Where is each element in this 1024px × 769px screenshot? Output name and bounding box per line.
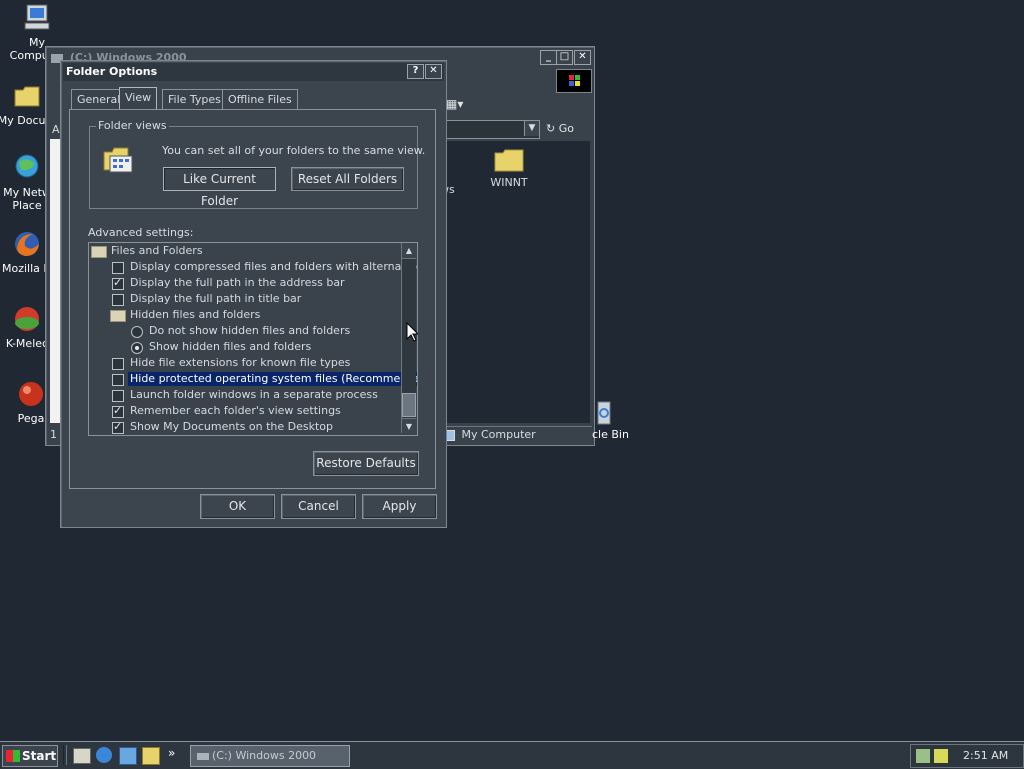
go-arrow-icon: ↻ — [546, 122, 556, 135]
clock[interactable]: 2:51 AM — [963, 749, 1008, 762]
list-item-label: Files and Folders — [111, 244, 203, 257]
list-item-label-selected: Hide protected operating system files (R… — [128, 372, 417, 386]
list-item-label: Do not show hidden files and folders — [149, 324, 351, 337]
documents-folder-icon — [11, 80, 43, 112]
dialog-close-button[interactable]: ✕ — [425, 64, 442, 79]
scroll-thumb[interactable] — [402, 393, 416, 417]
volume-tray-icon[interactable] — [933, 748, 949, 764]
list-item-label: Display the full path in title bar — [130, 292, 302, 305]
windows-logo-icon — [556, 69, 592, 93]
list-item-label: Show hidden files and folders — [149, 340, 312, 353]
computer-icon — [21, 2, 53, 34]
quick-launch-chevron[interactable]: » — [168, 746, 175, 760]
checkbox[interactable] — [112, 403, 124, 419]
task-button-windows-2000[interactable]: (C:) Windows 2000 — [190, 745, 350, 767]
list-item-label: Show My Documents on the Desktop — [130, 420, 334, 433]
list-item-label: Remember each folder's view settings — [130, 404, 341, 417]
like-current-folder-button[interactable]: Like Current Folder — [163, 167, 276, 208]
desktop-icon-label: K-Melec — [5, 337, 49, 350]
desktop-icon-label: cle Bin — [592, 428, 629, 441]
desktop-icon-recycle-bin[interactable]: cle Bin — [592, 398, 632, 441]
explorer-quick-icon[interactable] — [142, 747, 160, 765]
scroll-down-arrow-icon[interactable]: ▼ — [402, 418, 416, 434]
checkbox[interactable] — [112, 294, 124, 306]
checkbox[interactable] — [112, 390, 124, 402]
list-item-label: Hidden files and folders — [130, 308, 261, 321]
advanced-settings-label: Advanced settings: — [88, 226, 194, 239]
folder-views-icon — [102, 144, 136, 176]
folder-label: WINNT — [490, 176, 528, 189]
quick-launch-divider — [63, 745, 67, 765]
dialog-titlebar[interactable]: Folder Options — [63, 63, 444, 81]
dialog-title: Folder Options — [66, 65, 158, 78]
mouse-cursor-icon — [406, 321, 420, 345]
ok-button[interactable]: OK — [200, 494, 275, 519]
folder-icon — [110, 310, 126, 322]
reset-all-folders-button[interactable]: Reset All Folders — [291, 167, 404, 191]
tab-file-types[interactable]: File Types — [162, 89, 227, 110]
cancel-button[interactable]: Cancel — [281, 494, 356, 519]
radio-button[interactable] — [131, 326, 143, 338]
scroll-up-arrow-icon[interactable]: ▲ — [402, 243, 416, 259]
list-item-label: Hide file extensions for known file type… — [130, 356, 351, 369]
checkbox[interactable] — [112, 358, 124, 370]
internet-explorer-icon[interactable] — [96, 747, 112, 763]
checkbox[interactable] — [112, 419, 124, 435]
desktop-icon-label: Pega — [17, 412, 45, 425]
go-button[interactable]: ↻ Go — [546, 120, 588, 138]
status-location-label: My Computer — [461, 428, 536, 441]
windows-flag-icon — [6, 750, 20, 762]
folder-winnt[interactable]: WINNT — [484, 147, 534, 189]
system-tray: 2:51 AM — [910, 744, 1024, 768]
folder-views-legend: Folder views — [96, 119, 169, 132]
tab-view[interactable]: View — [119, 87, 158, 111]
go-label: Go — [558, 122, 574, 135]
folder-icon — [493, 147, 525, 173]
list-item-label: Display compressed files and folders wit… — [130, 260, 418, 273]
address-dropdown-button[interactable]: ▼ — [524, 121, 539, 136]
list-item-label: Display the full path in the address bar — [130, 276, 345, 289]
advanced-settings-list[interactable]: Files and Folders Display compressed fil… — [88, 242, 418, 436]
network-globe-icon — [11, 152, 43, 184]
start-label: Start — [22, 749, 57, 763]
firefox-icon — [11, 228, 43, 260]
show-desktop-icon[interactable] — [73, 748, 91, 764]
k-meleon-icon — [11, 303, 43, 335]
status-bar-location: My Computer — [442, 426, 592, 443]
maximize-button[interactable]: □ — [556, 50, 573, 65]
radio-button[interactable] — [131, 342, 143, 354]
help-button[interactable]: ? — [407, 64, 424, 79]
checkbox[interactable] — [112, 262, 124, 274]
network-tray-icon[interactable] — [915, 748, 931, 764]
restore-defaults-button[interactable]: Restore Defaults — [313, 451, 419, 476]
drive-icon — [197, 752, 209, 760]
list-item-label: Launch folder windows in a separate proc… — [130, 388, 378, 401]
start-button[interactable]: Start — [2, 745, 58, 767]
minimize-button[interactable]: _ — [540, 50, 557, 65]
task-button-label: (C:) Windows 2000 — [212, 749, 317, 762]
taskbar: Start » (C:) Windows 2000 2:51 AM — [0, 741, 1024, 769]
apply-button[interactable]: Apply — [362, 494, 437, 519]
outlook-express-icon[interactable] — [119, 747, 137, 765]
folder-icon — [91, 246, 107, 258]
pegasus-icon — [15, 378, 47, 410]
address-label: A — [52, 123, 60, 136]
checkbox[interactable] — [112, 275, 124, 291]
explorer-close-button[interactable]: ✕ — [574, 50, 591, 65]
recycle-bin-icon — [594, 398, 614, 428]
views-icon[interactable]: ▦▾ — [446, 97, 466, 111]
folder-views-description: You can set all of your folders to the s… — [162, 144, 426, 157]
tab-offline-files[interactable]: Offline Files — [222, 89, 298, 110]
checkbox[interactable] — [112, 374, 124, 386]
